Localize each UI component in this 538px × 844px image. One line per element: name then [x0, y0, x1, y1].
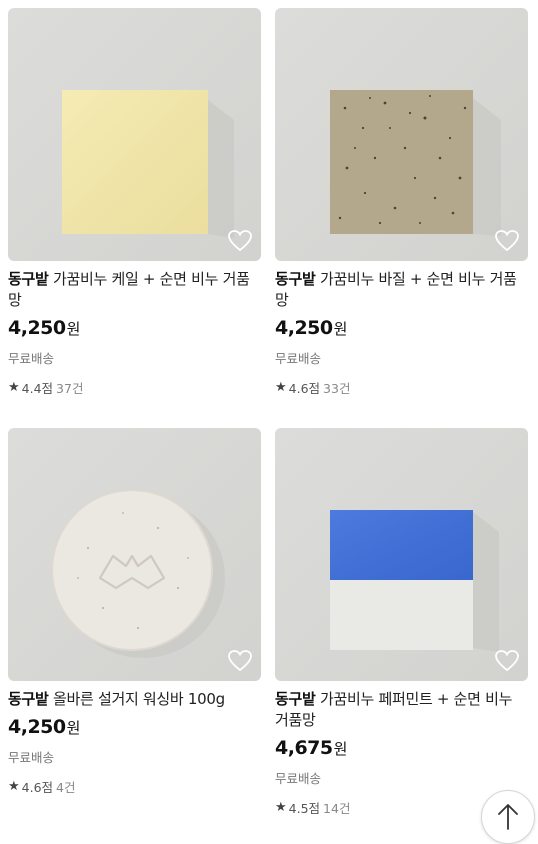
- review-count: 14건: [323, 801, 351, 816]
- shipping-label: 무료배송: [8, 351, 55, 366]
- scroll-to-top-button[interactable]: [481, 790, 535, 844]
- rating-row: ★ 4.4점 37건: [8, 378, 261, 397]
- price-value: 4,250: [8, 716, 66, 738]
- price-currency: 원: [333, 740, 348, 758]
- product-card[interactable]: 동구밭 가꿈비누 페퍼민트 + 순면 비누 거품망 4,675원 무료배송 ★ …: [275, 428, 528, 817]
- round-dish-soap-image: [51, 489, 225, 658]
- price-currency: 원: [333, 320, 348, 338]
- arrow-up-icon: [498, 804, 518, 830]
- product-image[interactable]: [275, 8, 528, 261]
- brand-name: 동구밭: [275, 270, 316, 288]
- product-image[interactable]: [8, 428, 261, 681]
- rating-score: 4.5점: [288, 801, 321, 816]
- product-image[interactable]: [8, 8, 261, 261]
- brand-name: 동구밭: [275, 690, 316, 708]
- heart-icon[interactable]: [227, 229, 253, 253]
- product-title[interactable]: 동구밭 가꿈비누 페퍼민트 + 순면 비누 거품망: [275, 689, 528, 731]
- yellow-square-soap-image: [62, 90, 234, 238]
- product-title[interactable]: 동구밭 가꿈비누 케일 + 순면 비누 거품망: [8, 269, 261, 311]
- product-card[interactable]: 동구밭 가꿈비누 바질 + 순면 비누 거품망 4,250원 무료배송 ★ 4.…: [275, 8, 528, 397]
- rating-score: 4.6점: [21, 780, 54, 795]
- star-icon: ★: [8, 779, 20, 794]
- heart-icon[interactable]: [227, 649, 253, 673]
- price-value: 4,250: [8, 317, 66, 339]
- product-price: 4,250원: [275, 317, 528, 339]
- product-name: 올바른 설거지 워싱바 100g: [52, 690, 225, 708]
- product-grid: 동구밭 가꿈비누 케일 + 순면 비누 거품망 4,250원 무료배송 ★ 4.…: [0, 0, 538, 832]
- star-icon: ★: [275, 800, 287, 815]
- price-currency: 원: [66, 719, 81, 737]
- review-count: 37건: [56, 381, 84, 396]
- product-title[interactable]: 동구밭 가꿈비누 바질 + 순면 비누 거품망: [275, 269, 528, 311]
- product-card[interactable]: 동구밭 가꿈비누 케일 + 순면 비누 거품망 4,250원 무료배송 ★ 4.…: [8, 8, 261, 397]
- speckled-square-soap-image: [330, 90, 501, 236]
- product-price: 4,675원: [275, 737, 528, 759]
- shipping-label: 무료배송: [8, 750, 55, 765]
- brand-name: 동구밭: [8, 270, 49, 288]
- price-value: 4,250: [275, 317, 333, 339]
- shipping-label: 무료배송: [275, 771, 322, 786]
- price-currency: 원: [66, 320, 81, 338]
- price-value: 4,675: [275, 737, 333, 759]
- product-image[interactable]: [275, 428, 528, 681]
- star-icon: ★: [275, 380, 287, 395]
- blue-white-square-soap-image: [330, 510, 499, 652]
- heart-icon[interactable]: [494, 229, 520, 253]
- product-price: 4,250원: [8, 317, 261, 339]
- product-price: 4,250원: [8, 716, 261, 738]
- star-icon: ★: [8, 380, 20, 395]
- rating-score: 4.6점: [288, 381, 321, 396]
- rating-row: ★ 4.6점 4건: [8, 777, 261, 796]
- product-card[interactable]: 동구밭 올바른 설거지 워싱바 100g 4,250원 무료배송 ★ 4.6점 …: [8, 428, 261, 796]
- review-count: 33건: [323, 381, 351, 396]
- rating-row: ★ 4.6점 33건: [275, 378, 528, 397]
- brand-name: 동구밭: [8, 690, 49, 708]
- review-count: 4건: [56, 780, 76, 795]
- heart-icon[interactable]: [494, 649, 520, 673]
- shipping-label: 무료배송: [275, 351, 322, 366]
- product-title[interactable]: 동구밭 올바른 설거지 워싱바 100g: [8, 689, 261, 710]
- rating-score: 4.4점: [21, 381, 54, 396]
